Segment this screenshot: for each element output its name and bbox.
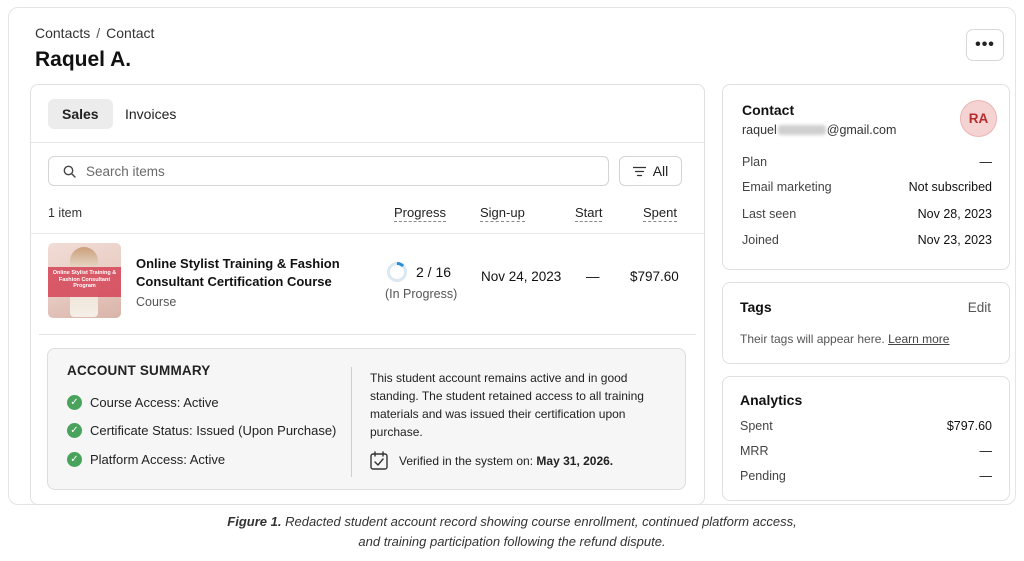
progress-ring-icon — [387, 262, 407, 282]
verified-row: Verified in the system on: May 31, 2026. — [370, 451, 613, 470]
redaction-blur — [777, 125, 826, 135]
filter-icon — [632, 166, 646, 176]
last-seen-label: Last seen — [742, 207, 797, 221]
signup-date: Nov 24, 2023 — [481, 269, 562, 284]
search-box[interactable] — [48, 156, 609, 186]
course-type: Course — [136, 295, 177, 309]
email-marketing-value: Not subscribed — [908, 180, 992, 194]
caption-line-2: and training participation following the… — [358, 534, 666, 549]
filter-label: All — [652, 163, 669, 179]
tags-card: Tags Edit Their tags will appear here. L… — [722, 282, 1010, 364]
column-header-spent[interactable]: Spent — [643, 205, 677, 222]
column-header-signup[interactable]: Sign-up — [480, 205, 525, 222]
email-marketing-label: Email marketing — [742, 180, 832, 194]
progress-value: 2 / 16 — [416, 264, 452, 280]
progress-status: (In Progress) — [385, 287, 458, 301]
mrr-value: — — [979, 444, 993, 458]
summary-description: This student account remains active and … — [370, 371, 644, 439]
spent-value: $797.60 — [946, 419, 992, 433]
tags-empty-state: Their tags will appear here. Learn more — [740, 332, 949, 346]
tags-edit-button[interactable]: Edit — [968, 300, 991, 315]
tab-sales[interactable]: Sales — [48, 99, 113, 129]
check-circle-icon: ✓ — [67, 452, 82, 467]
item-count: 1 item — [48, 206, 83, 220]
breadcrumb: Contacts / Contact — [35, 25, 154, 41]
figure-caption: Figure 1. Redacted student account recor… — [0, 512, 1024, 552]
caption-line-1: Redacted student account record showing … — [285, 514, 797, 529]
summary-title: ACCOUNT SUMMARY — [67, 363, 211, 378]
summary-item: ✓ Platform Access: Active — [67, 452, 225, 467]
spent-label: Spent — [740, 419, 773, 433]
plan-label: Plan — [742, 155, 768, 169]
joined-label: Joined — [742, 233, 779, 247]
more-options-button[interactable]: ••• — [966, 29, 1004, 61]
row-divider — [39, 334, 696, 335]
summary-item-label: Platform Access: Active — [90, 452, 226, 467]
summary-divider — [351, 367, 352, 477]
pending-value: — — [979, 469, 993, 483]
caption-label: Figure 1. — [227, 514, 282, 529]
account-summary: ACCOUNT SUMMARY ✓ Course Access: Active … — [47, 348, 686, 490]
start-date: — — [586, 269, 600, 284]
learn-more-link[interactable]: Learn more — [888, 332, 949, 346]
course-thumbnail[interactable]: Online Stylist Training & Fashion Consul… — [48, 243, 121, 318]
breadcrumb-separator: / — [96, 25, 101, 41]
pending-label: Pending — [740, 469, 786, 483]
breadcrumb-contacts-link[interactable]: Contacts — [35, 25, 90, 41]
tags-empty-text: Their tags will appear here. — [740, 332, 885, 346]
sales-card: Sales Invoices All 1 item Progress Sign-… — [30, 84, 705, 505]
breadcrumb-current: Contact — [106, 25, 155, 41]
contact-page: Contacts / Contact Raquel A. ••• Sales Inv… — [8, 7, 1016, 505]
filter-button[interactable]: All — [619, 156, 682, 186]
page-title: Raquel A. — [35, 48, 132, 71]
plan-value: — — [979, 155, 993, 169]
joined-value: Nov 23, 2023 — [917, 233, 992, 247]
check-circle-icon: ✓ — [67, 395, 82, 410]
summary-item: ✓ Course Access: Active — [67, 395, 219, 410]
spent-amount: $797.60 — [630, 269, 679, 284]
check-circle-icon: ✓ — [67, 423, 82, 438]
tabs-divider — [31, 142, 704, 143]
contact-card: Contact raquel @gmail.com RA Plan — Email… — [722, 84, 1010, 270]
verified-label: Verified in the system on: — [399, 453, 534, 468]
tab-invoices[interactable]: Invoices — [111, 99, 190, 129]
contact-heading: Contact — [742, 102, 795, 118]
summary-item: ✓ Certificate Status: Issued (Upon Purch… — [67, 423, 336, 438]
last-seen-value: Nov 28, 2023 — [917, 207, 992, 221]
mrr-label: MRR — [740, 444, 769, 458]
search-icon — [63, 165, 76, 178]
verified-date: May 31, 2026. — [536, 453, 614, 468]
calendar-check-icon — [370, 451, 388, 470]
tags-heading: Tags — [740, 299, 772, 315]
course-title-link[interactable]: Online Stylist Training & Fashion Consul… — [136, 255, 346, 291]
column-header-start[interactable]: Start — [575, 205, 603, 222]
search-input[interactable] — [86, 163, 566, 179]
summary-item-label: Course Access: Active — [90, 395, 219, 410]
column-header-progress[interactable]: Progress — [394, 205, 447, 222]
analytics-card: Analytics Spent $797.60 MRR — Pending — — [722, 376, 1010, 501]
analytics-heading: Analytics — [740, 392, 803, 408]
summary-item-label: Certificate Status: Issued (Upon Purchas… — [90, 423, 337, 438]
header-divider — [31, 233, 704, 234]
thumbnail-banner: Online Stylist Training & Fashion Consul… — [48, 267, 121, 297]
email-suffix: @gmail.com — [826, 123, 897, 137]
email-prefix: raquel — [742, 123, 777, 137]
avatar: RA — [960, 100, 997, 137]
contact-email[interactable]: raquel @gmail.com — [742, 123, 896, 137]
